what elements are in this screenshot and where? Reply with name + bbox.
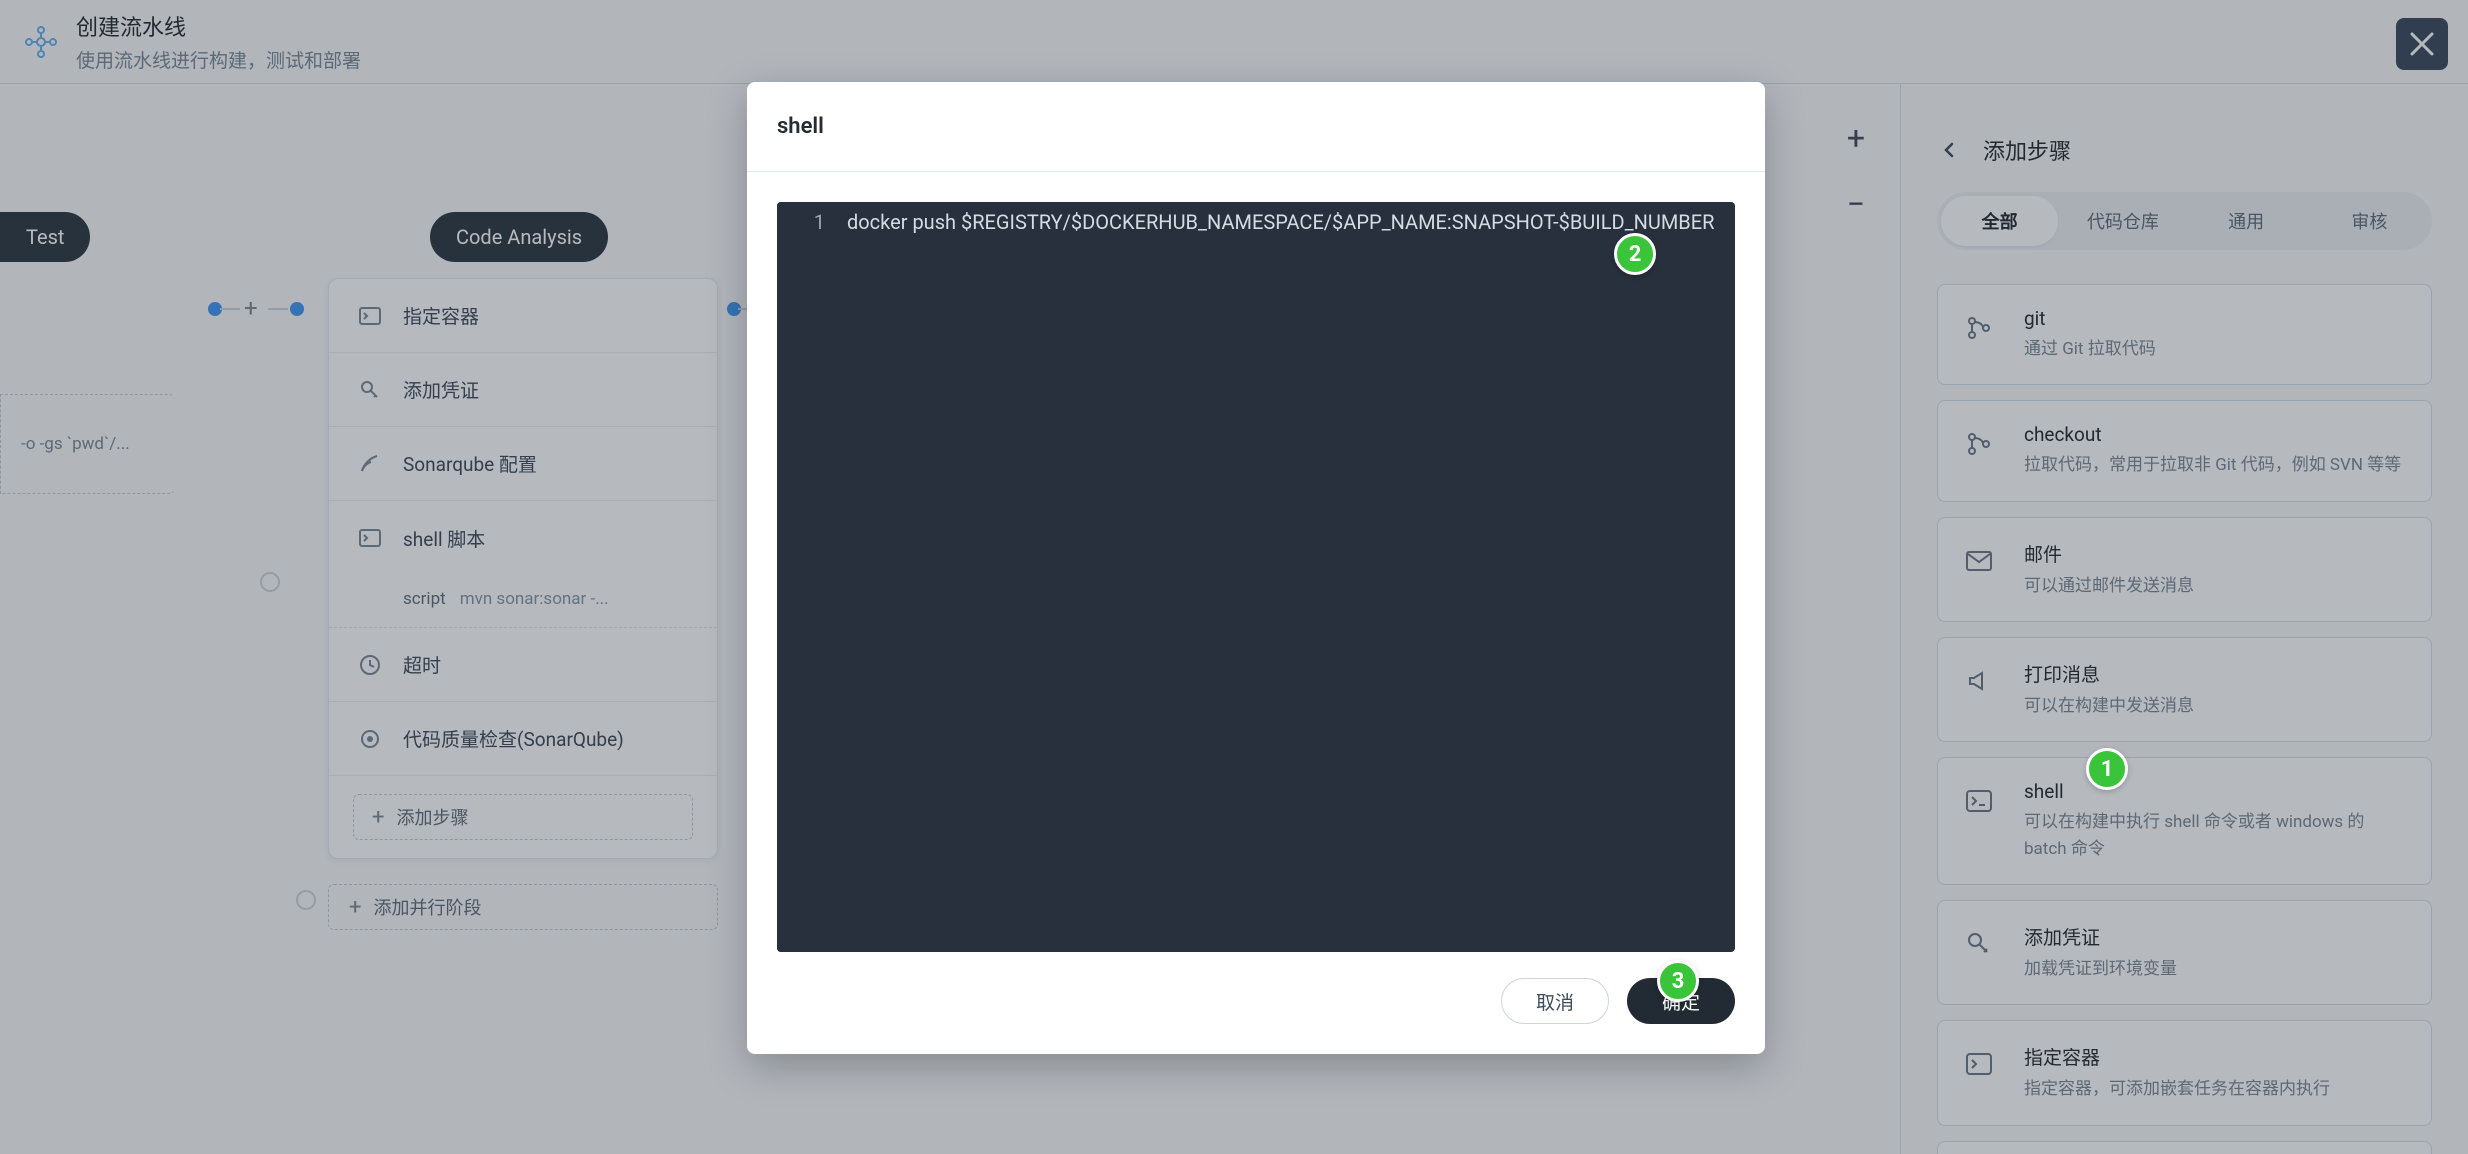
shell-modal: shell 1 docker push $REGISTRY/$DOCKERHUB…: [747, 82, 1765, 1054]
editor-code[interactable]: docker push $REGISTRY/$DOCKERHUB_NAMESPA…: [839, 202, 1735, 952]
modal-title: shell: [747, 82, 1765, 172]
code-editor[interactable]: 1 docker push $REGISTRY/$DOCKERHUB_NAMES…: [777, 202, 1735, 952]
cancel-button[interactable]: 取消: [1501, 978, 1609, 1024]
badge-2: 2: [1614, 233, 1656, 275]
editor-gutter: 1: [777, 202, 839, 952]
badge-3: 3: [1657, 960, 1699, 1002]
badge-1: 1: [2086, 748, 2128, 790]
